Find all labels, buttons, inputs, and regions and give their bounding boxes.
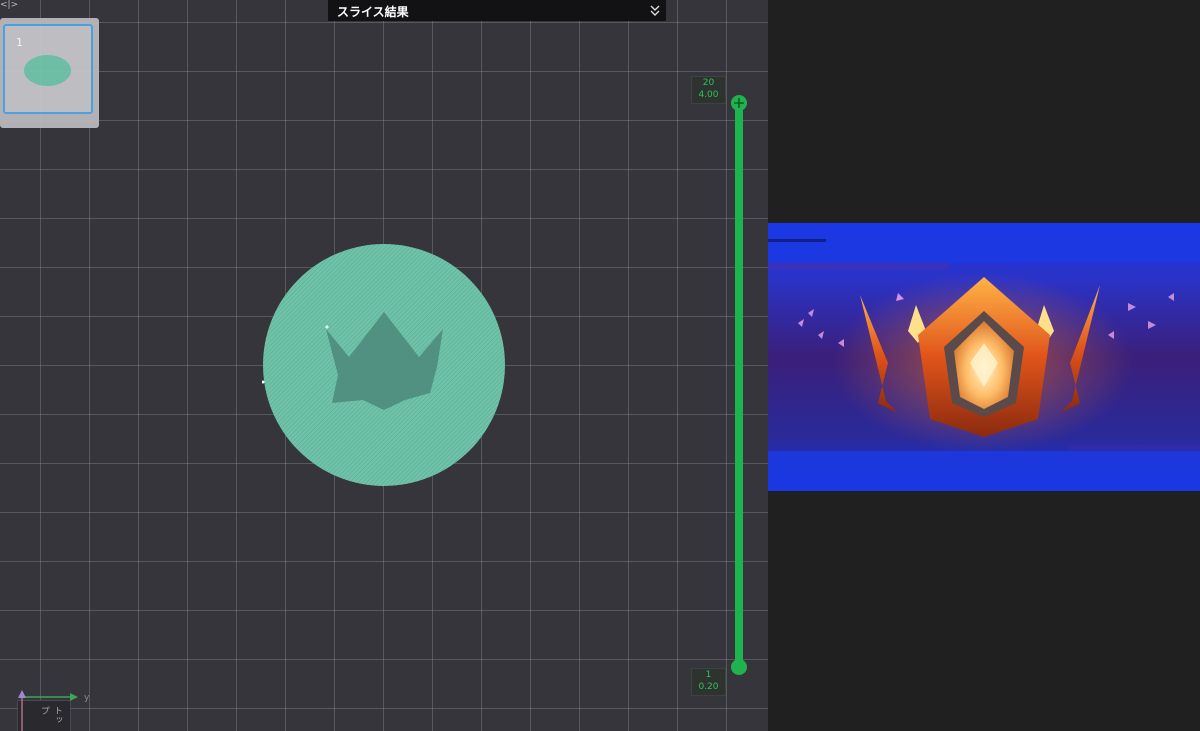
crown-badge-banner-image (768, 223, 1200, 491)
slice-preview-viewport[interactable]: <|> 1 20 4.00 1 0.20 トップ y (0, 0, 768, 731)
top-layer-number: 20 (702, 78, 715, 88)
panel-toggle-icon[interactable]: <|> (0, 0, 18, 10)
y-axis-label: y (84, 693, 90, 703)
slice-results-title-bar[interactable]: スライス結果 (328, 0, 666, 21)
plate-thumbnail-panel: 1 (0, 18, 99, 128)
top-layer-label: 20 4.00 (691, 76, 726, 104)
top-layer-height: 4.00 (698, 90, 719, 100)
plate-thumbnail[interactable]: 1 (3, 24, 93, 114)
slice-results-title: スライス結果 (337, 5, 409, 19)
plate-model-preview (24, 55, 71, 86)
video-panel (768, 0, 1200, 731)
layer-slider-track[interactable] (735, 104, 743, 667)
layer-slider-top-handle[interactable] (731, 95, 747, 111)
bottom-layer-label: 1 0.20 (691, 668, 726, 696)
plate-number: 1 (16, 36, 23, 49)
axis-gizmo-icon: y (18, 690, 90, 731)
layer-slider-bottom-handle[interactable] (731, 659, 747, 675)
bottom-layer-number: 1 (705, 670, 712, 680)
bottom-layer-height: 0.20 (698, 682, 719, 692)
sliced-model-disc[interactable] (262, 243, 506, 487)
double-chevron-down-icon[interactable] (648, 1, 662, 19)
plus-icon (734, 98, 744, 108)
